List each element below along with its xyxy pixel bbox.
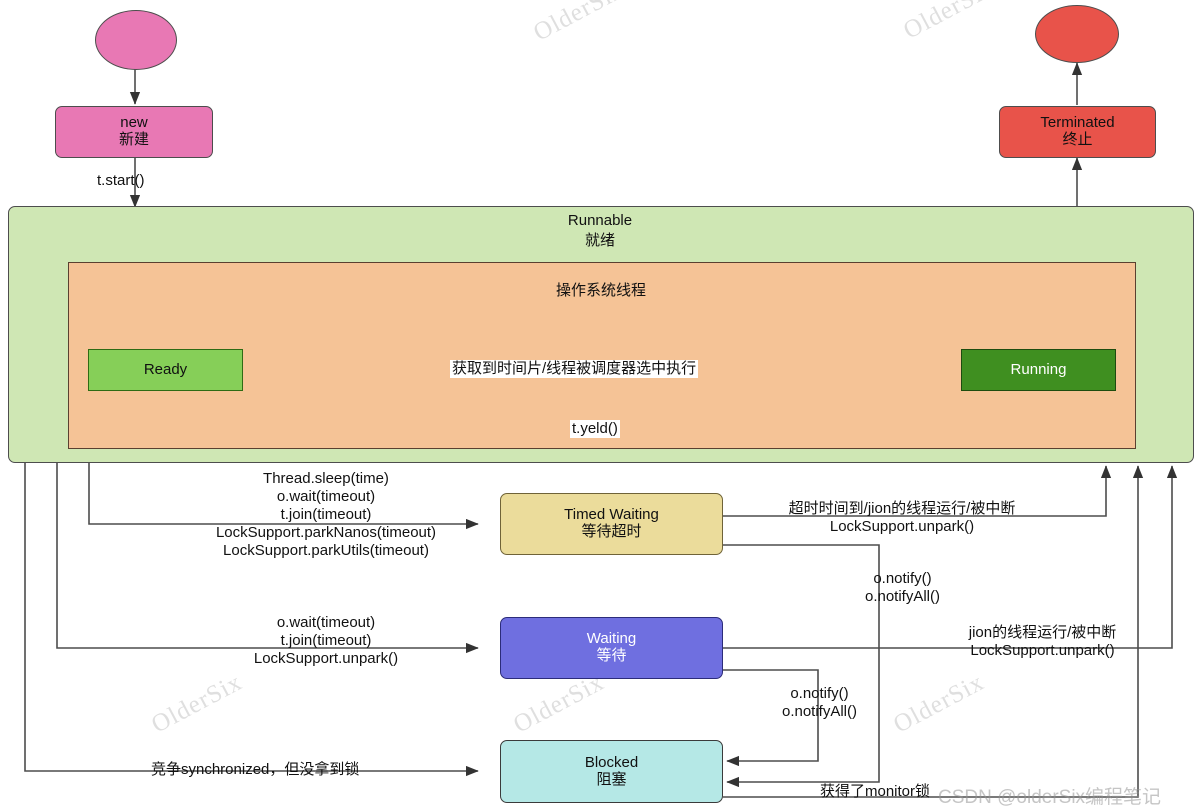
- node-terminated-label-cn: 终止: [1062, 131, 1093, 148]
- end-node[interactable]: [1035, 5, 1119, 63]
- node-blocked-label-cn: 阻塞: [596, 770, 627, 788]
- node-timed-waiting[interactable]: Timed Waiting 等待超时: [500, 493, 723, 555]
- node-blocked[interactable]: Blocked 阻塞: [500, 740, 723, 803]
- edge-label-blocked-to-runnable: 获得了monitor锁: [820, 783, 931, 800]
- edge-line: o.notify(): [790, 685, 849, 702]
- edge-line: LockSupport.unpark(): [253, 650, 399, 667]
- node-new[interactable]: new 新建: [55, 106, 213, 158]
- edge-line: 超时时间到/jion的线程运行/被中断: [788, 500, 1016, 517]
- edge-label-waiting-to-blocked: o.notify() o.notifyAll(): [762, 685, 877, 721]
- node-timed-waiting-label-cn: 等待超时: [581, 523, 642, 540]
- edge-line: Thread.sleep(time): [263, 470, 389, 487]
- edge-line: o.notifyAll(): [781, 703, 858, 720]
- edge-label-runnable-to-waiting: o.wait(timeout) t.join(timeout) LockSupp…: [178, 614, 474, 668]
- edge-line: LockSupport.unpark(): [970, 642, 1115, 659]
- edge-line: LockSupport.parkNanos(timeout): [215, 524, 437, 541]
- node-terminated-label-en: Terminated: [1040, 114, 1115, 132]
- node-waiting[interactable]: Waiting 等待: [500, 617, 723, 679]
- edge-label-ready-to-running: 获取到时间片/线程被调度器选中执行: [450, 360, 699, 378]
- node-waiting-label-en: Waiting: [586, 630, 637, 648]
- container-runnable-label: Runnable 就绪: [8, 212, 1192, 250]
- edge-line: o.wait(timeout): [276, 488, 376, 505]
- edge-line: o.notify(): [873, 570, 932, 587]
- container-os-thread-label-cn: 操作系统线程: [555, 282, 646, 299]
- container-runnable-label-en: Runnable: [567, 212, 633, 229]
- node-new-label-cn: 新建: [118, 131, 149, 148]
- node-running[interactable]: Running: [961, 349, 1116, 391]
- node-waiting-label-cn: 等待: [596, 647, 627, 664]
- edge-line: o.wait(timeout): [276, 614, 376, 631]
- container-runnable-label-cn: 就绪: [584, 232, 615, 249]
- node-new-label-en: new: [120, 114, 148, 132]
- node-timed-waiting-label-en: Timed Waiting: [564, 506, 659, 524]
- edge-label-waiting-to-runnable: jion的线程运行/被中断 LockSupport.unpark(): [940, 624, 1145, 660]
- edge-line: o.notifyAll(): [864, 588, 941, 605]
- edge-line: t.join(timeout): [280, 506, 372, 523]
- edge-label-runnable-to-blocked: 竞争synchronized，但没拿到锁: [151, 761, 360, 778]
- edge-label-t-start: t.start(): [97, 172, 145, 189]
- start-node[interactable]: [95, 10, 177, 70]
- edge-line: t.join(timeout): [280, 632, 372, 649]
- edge-line: jion的线程运行/被中断: [968, 624, 1117, 641]
- edge-line: LockSupport.unpark(): [829, 518, 975, 535]
- edge-label-t-yeld: t.yeld(): [570, 420, 620, 438]
- edge-label-timed-waiting-to-runnable: 超时时间到/jion的线程运行/被中断 LockSupport.unpark(): [757, 500, 1047, 536]
- node-blocked-label-en: Blocked: [584, 753, 639, 771]
- node-ready-label: Ready: [143, 360, 188, 378]
- edge-label-timed-waiting-to-blocked: o.notify() o.notifyAll(): [845, 570, 960, 606]
- thread-state-diagram: OlderSix OlderSix OlderSix OlderSix Olde…: [0, 0, 1200, 808]
- node-terminated[interactable]: Terminated 终止: [999, 106, 1156, 158]
- edge-line: LockSupport.parkUtils(timeout): [223, 542, 429, 559]
- edge-label-runnable-to-timed-waiting: Thread.sleep(time) o.wait(timeout) t.joi…: [178, 470, 474, 560]
- container-os-thread-label: 操作系统线程: [68, 279, 1134, 300]
- node-ready[interactable]: Ready: [88, 349, 243, 391]
- node-running-label: Running: [1010, 360, 1067, 378]
